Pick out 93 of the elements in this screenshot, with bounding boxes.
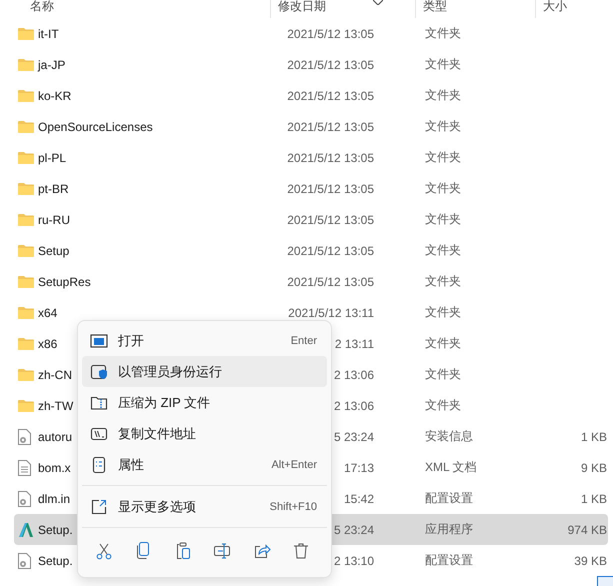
modified-date: 2021/5/12 13:05 xyxy=(287,244,374,258)
modified-date: 15:42 xyxy=(344,492,374,506)
modified-date: 17:13 xyxy=(344,460,374,474)
file-type: 文件夹 xyxy=(425,211,461,228)
folder-icon xyxy=(18,151,34,164)
file-name[interactable]: bom.x xyxy=(34,460,71,474)
column-header[interactable]: 类型 xyxy=(415,0,535,18)
folder-icon xyxy=(18,58,34,71)
modified-date: 2021/5/12 13:05 xyxy=(287,274,374,288)
settings-file-icon xyxy=(18,428,31,444)
file-size: 1 KB xyxy=(580,492,608,506)
menu-item[interactable]: 压缩为 ZIP 文件 xyxy=(82,387,327,418)
folder-icon xyxy=(18,27,34,40)
file-type: 文件夹 xyxy=(425,25,461,42)
rename-icon xyxy=(212,541,232,561)
file-name[interactable]: x64 xyxy=(34,306,58,320)
menu-item[interactable]: 复制文件地址 xyxy=(82,418,327,449)
file-name[interactable]: Setup. xyxy=(34,554,73,568)
folder-icon xyxy=(18,244,34,257)
menu-item[interactable]: 以管理员身份运行 xyxy=(82,356,327,387)
file-name[interactable]: pt-BR xyxy=(34,182,69,196)
settings-file-icon xyxy=(18,490,31,506)
file-name[interactable]: x86 xyxy=(34,336,58,350)
app-icon xyxy=(18,522,34,538)
settings-file-icon xyxy=(18,552,31,568)
file-type: 配置设置 xyxy=(425,552,473,569)
file-type: 文件夹 xyxy=(425,335,461,352)
file-type: 文件夹 xyxy=(425,118,461,135)
file-name[interactable]: OpenSourceLicenses xyxy=(34,120,153,134)
file-name[interactable]: SetupRes xyxy=(34,274,91,288)
expand-icon xyxy=(90,498,108,516)
file-name[interactable]: Setup xyxy=(34,244,70,258)
file-type: 文件夹 xyxy=(425,56,461,73)
shield-icon xyxy=(90,362,108,380)
modified-date: 2 13:11 xyxy=(334,336,374,350)
column-header[interactable]: 修改日期 xyxy=(270,0,415,18)
file-type: 文件夹 xyxy=(425,242,461,259)
modified-date: 5 23:24 xyxy=(334,430,374,444)
list-icon xyxy=(90,456,108,474)
folder-icon xyxy=(18,213,34,226)
file-name[interactable]: it-IT xyxy=(34,26,59,40)
modified-date: 2 13:10 xyxy=(334,554,374,568)
file-type: 文件夹 xyxy=(425,304,461,321)
file-name[interactable]: autoru xyxy=(34,430,72,444)
file-size: 1 KB xyxy=(580,430,608,444)
menu-item[interactable]: 显示更多选项 Shift+F10 xyxy=(82,491,327,522)
file-name[interactable]: ru-RU xyxy=(34,212,70,226)
folder-icon xyxy=(18,120,34,133)
modified-date: 2021/5/12 13:05 xyxy=(287,88,374,102)
file-type: 配置设置 xyxy=(425,490,473,507)
file-size: 39 KB xyxy=(574,554,608,568)
file-name[interactable]: zh-CN xyxy=(34,368,72,382)
file-type: 文件夹 xyxy=(425,397,461,414)
folder-icon xyxy=(18,182,34,195)
menu-item[interactable]: 打开 Enter xyxy=(82,325,327,356)
column-header[interactable]: 大小 xyxy=(535,0,613,18)
menu-item[interactable]: 属性 Alt+Enter xyxy=(82,449,327,480)
file-size: 974 KB xyxy=(568,522,608,536)
window-icon xyxy=(90,332,108,350)
file-type: 文件夹 xyxy=(425,366,461,383)
modified-date: 2021/5/12 13:05 xyxy=(287,212,374,226)
file-name[interactable]: Setup. xyxy=(34,522,73,536)
file-name[interactable]: pl-PL xyxy=(34,150,66,164)
file-name[interactable]: ko-KR xyxy=(34,88,72,102)
cut-icon xyxy=(94,541,114,561)
file-type: 文件夹 xyxy=(425,180,461,197)
file-type: XML 文档 xyxy=(425,459,477,476)
modified-date: 2021/5/12 13:05 xyxy=(287,58,374,72)
folder-icon xyxy=(18,399,34,412)
folder-icon xyxy=(18,368,34,381)
file-name[interactable]: ja-JP xyxy=(34,58,66,72)
folder-icon xyxy=(18,337,34,350)
column-header[interactable]: 名称 xyxy=(0,0,270,18)
folder-icon xyxy=(18,89,34,102)
document-icon xyxy=(18,460,31,476)
folder-icon xyxy=(18,306,34,319)
modified-date: 2021/5/12 13:05 xyxy=(287,26,374,40)
modified-date: 2 13:06 xyxy=(334,398,374,412)
modified-date: 2021/5/12 13:05 xyxy=(287,120,374,134)
file-type: 安装信息 xyxy=(425,428,473,445)
file-type: 文件夹 xyxy=(425,273,461,290)
modified-date: 5 23:24 xyxy=(334,522,374,536)
file-size: 9 KB xyxy=(580,460,608,474)
modified-date: 2 13:06 xyxy=(334,368,374,382)
modified-date: 2021/5/12 13:11 xyxy=(288,306,374,320)
folder-icon xyxy=(18,275,34,288)
modified-date: 2021/5/12 13:05 xyxy=(287,182,374,196)
file-name[interactable]: dlm.in xyxy=(34,492,70,506)
file-type: 文件夹 xyxy=(425,87,461,104)
file-type: 应用程序 xyxy=(425,521,473,538)
file-type: 文件夹 xyxy=(425,149,461,166)
modified-date: 2021/5/12 13:05 xyxy=(287,150,374,164)
file-name[interactable]: zh-TW xyxy=(34,398,74,412)
